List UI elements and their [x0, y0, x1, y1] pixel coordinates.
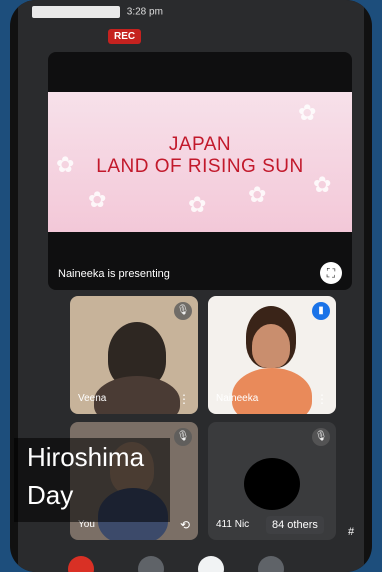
- hash-label: #: [348, 526, 355, 538]
- mic-muted-icon: 🎙: [174, 302, 192, 320]
- participant-name: Naineeka: [216, 393, 259, 404]
- more-options-icon[interactable]: ⋮: [178, 393, 190, 405]
- status-bar: 3:28 pm: [32, 6, 163, 18]
- recording-badge: REC: [108, 29, 142, 44]
- slide-title-line2: LAND OF RISING SUN: [96, 156, 304, 177]
- participant-video: [232, 368, 312, 414]
- camera-button[interactable]: [198, 556, 224, 572]
- mic-speaking-icon: ▮: [312, 302, 330, 320]
- caption-line1: Hiroshima: [27, 442, 145, 472]
- participant-video: [94, 376, 180, 414]
- mic-muted-icon: 🎙: [174, 428, 192, 446]
- blossom-icon: ✿: [248, 182, 267, 207]
- slide: ✿ ✿ ✿ ✿ ✿ ✿ JAPAN LAND OF RISING SUN: [48, 92, 352, 232]
- participant-avatar: [244, 458, 300, 510]
- presentation-tile[interactable]: ✿ ✿ ✿ ✿ ✿ ✿ JAPAN LAND OF RISING SUN Nai…: [48, 52, 352, 290]
- participant-name: 411 Nic: [216, 519, 250, 530]
- mic-muted-icon: 🎙: [312, 428, 330, 446]
- caption-overlay: Hiroshima Day: [14, 438, 170, 522]
- blurred-date: [32, 6, 120, 18]
- fullscreen-icon[interactable]: ⛶: [320, 262, 342, 284]
- presenter-label: Naineeka is presenting: [58, 268, 170, 280]
- participant-name: Veena: [78, 393, 107, 404]
- participant-tile[interactable]: ▮ Naineeka ⋮: [208, 296, 336, 414]
- others-badge[interactable]: 84 others: [266, 516, 324, 534]
- blossom-icon: ✿: [298, 100, 317, 125]
- status-time: 3:28 pm: [126, 6, 163, 18]
- switch-camera-icon[interactable]: ⟲: [180, 519, 190, 531]
- caption-line2: Day: [27, 480, 74, 510]
- blossom-icon: ✿: [188, 192, 207, 217]
- more-button[interactable]: [258, 556, 284, 572]
- participant-tile[interactable]: 🎙 Veena ⋮: [70, 296, 198, 414]
- end-call-button[interactable]: [68, 556, 94, 572]
- mic-button[interactable]: [138, 556, 164, 572]
- slide-title-line1: JAPAN: [168, 134, 232, 155]
- participant-video: [252, 324, 290, 368]
- more-options-icon[interactable]: ⋮: [316, 393, 328, 405]
- blossom-icon: ✿: [88, 187, 107, 212]
